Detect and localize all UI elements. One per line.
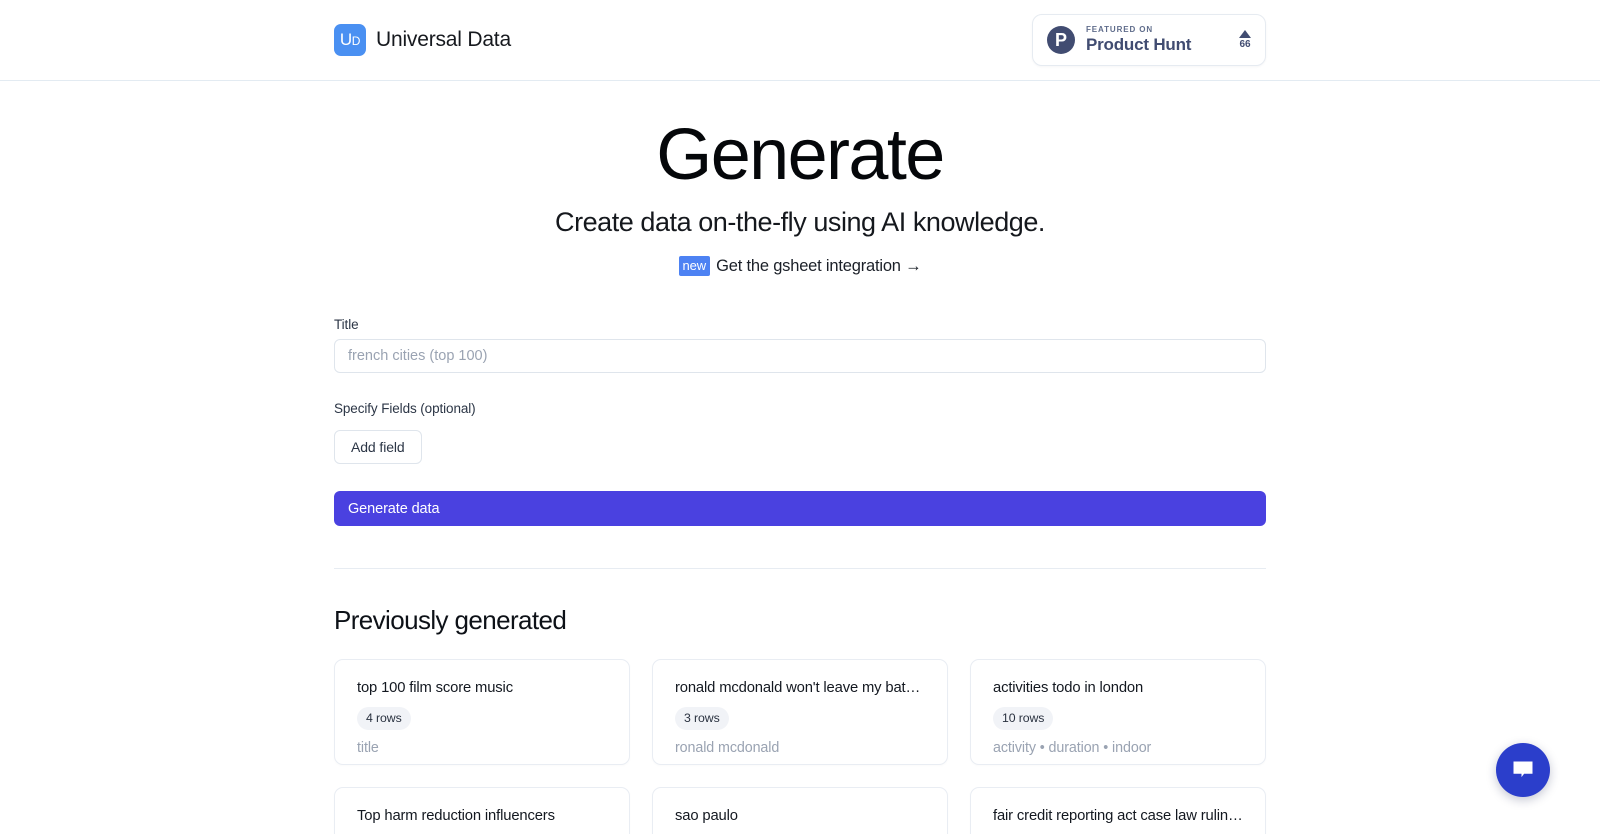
title-label: Title <box>334 317 359 333</box>
row-count-badge: 4 rows <box>357 707 411 731</box>
generate-data-button[interactable]: Generate data <box>334 491 1266 527</box>
row-count-badge: 3 rows <box>675 707 729 731</box>
chat-bubble-icon <box>1513 761 1533 778</box>
generated-dataset-card[interactable]: fair credit reporting act case law rulin… <box>970 787 1266 834</box>
header-inner: UD Universal Data P FEATURED ON Product … <box>0 14 1600 66</box>
chat-support-button[interactable] <box>1496 743 1550 797</box>
upvote-caret-icon <box>1239 30 1251 38</box>
hero-section: Generate Create data on-the-fly using AI… <box>334 81 1266 277</box>
site-header: UD Universal Data P FEATURED ON Product … <box>0 0 1600 81</box>
card-title: fair credit reporting act case law rulin… <box>993 808 1243 825</box>
logo-letter-secondary: D <box>351 34 361 48</box>
page-subtitle: Create data on-the-fly using AI knowledg… <box>555 207 1045 238</box>
product-hunt-vote-count: 66 <box>1239 39 1251 50</box>
title-input[interactable] <box>334 339 1266 374</box>
card-title: activities todo in london <box>993 680 1144 697</box>
generated-dataset-card[interactable]: ronald mcdonald won't leave my bathro… 3… <box>652 659 948 766</box>
generated-dataset-card[interactable]: Top harm reduction influencers 10 rows n… <box>334 787 630 834</box>
product-hunt-name: Product Hunt <box>1086 35 1192 55</box>
specify-fields-label: Specify Fields (optional) <box>334 401 476 417</box>
previously-generated-section: Previously generated top 100 film score … <box>334 605 1266 834</box>
generate-form: Title Specify Fields (optional) Add fiel… <box>334 317 1266 570</box>
previously-generated-heading: Previously generated <box>334 605 567 636</box>
specify-fields-block: Specify Fields (optional) Add field <box>334 401 1266 465</box>
brand-logo-link[interactable]: UD Universal Data <box>334 24 511 56</box>
section-divider <box>334 568 1266 570</box>
product-hunt-icon: P <box>1047 26 1075 54</box>
card-fields: activity • duration • indoor <box>993 740 1152 757</box>
universal-data-logo-icon: UD <box>334 24 366 56</box>
card-title: Top harm reduction influencers <box>357 808 555 825</box>
product-hunt-mark-letter: P <box>1054 30 1067 50</box>
generated-dataset-card[interactable]: sao paulo 5 rows name • population • are… <box>652 787 948 834</box>
product-hunt-featured-label: FEATURED ON <box>1086 25 1154 35</box>
generated-dataset-card[interactable]: top 100 film score music 4 rows title <box>334 659 630 766</box>
page-title: Generate <box>656 115 945 195</box>
brand-name: Universal Data <box>376 28 511 51</box>
add-field-button[interactable]: Add field <box>334 430 422 465</box>
logo-letter-primary: U <box>339 30 352 49</box>
card-title: sao paulo <box>675 808 738 825</box>
gsheet-integration-label: Get the gsheet integration → <box>716 256 922 275</box>
new-badge: new <box>678 256 711 277</box>
product-hunt-text: FEATURED ON Product Hunt <box>1086 25 1228 54</box>
main-content: Generate Create data on-the-fly using AI… <box>0 81 1600 834</box>
card-fields: title <box>357 740 379 757</box>
card-title: ronald mcdonald won't leave my bathro… <box>675 680 925 697</box>
row-count-badge: 10 rows <box>993 707 1054 731</box>
product-hunt-votes: 66 <box>1239 30 1251 50</box>
generated-dataset-card[interactable]: activities todo in london 10 rows activi… <box>970 659 1266 766</box>
card-fields: ronald mcdonald <box>675 740 780 757</box>
gsheet-integration-link[interactable]: new Get the gsheet integration → <box>678 256 922 277</box>
card-title: top 100 film score music <box>357 680 513 697</box>
previously-generated-grid: top 100 film score music 4 rows title ro… <box>334 659 1266 834</box>
product-hunt-badge[interactable]: P FEATURED ON Product Hunt 66 <box>1032 14 1266 66</box>
